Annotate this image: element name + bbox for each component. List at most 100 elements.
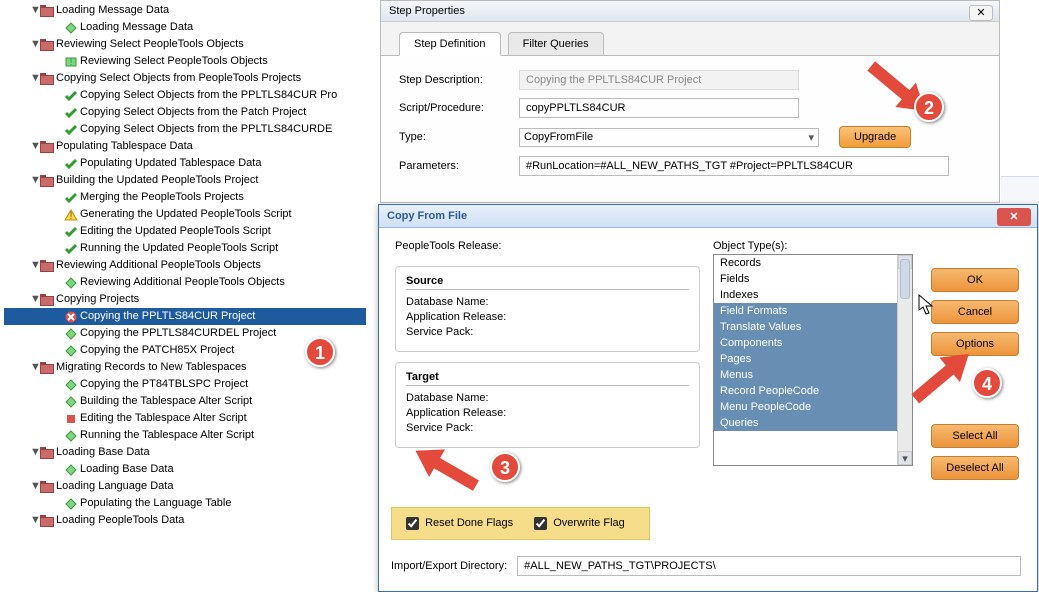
tree-item[interactable]: Copying Select Objects from the PPLTLS84…	[4, 121, 366, 138]
tree-diamond-icon	[64, 277, 78, 289]
tree-item[interactable]: Running the Updated PeopleTools Script	[4, 240, 366, 257]
tree-error-icon	[64, 311, 78, 323]
tree-item[interactable]: ▼Loading PeopleTools Data	[4, 512, 366, 529]
select-type-value: CopyFromFile	[524, 131, 593, 144]
close-icon[interactable]: ✕	[997, 208, 1031, 226]
tab-step-definition[interactable]: Step Definition	[399, 32, 501, 56]
tree-twisty-icon[interactable]: ▼	[30, 512, 40, 529]
tree-twisty-icon[interactable]: ▼	[30, 2, 40, 19]
tree-item[interactable]: ▼Populating Tablespace Data	[4, 138, 366, 155]
label-step-description: Step Description:	[399, 74, 519, 86]
tree-item-label: Editing the Tablespace Alter Script	[80, 412, 247, 424]
object-type-item[interactable]: Queries	[714, 415, 912, 431]
scroll-thumb[interactable]	[900, 259, 910, 299]
field-parameters[interactable]: #RunLocation=#ALL_NEW_PATHS_TGT #Project…	[519, 156, 949, 176]
tree-item[interactable]: Copying Select Objects from the PPLTLS84…	[4, 87, 366, 104]
label-db-name-src: Database Name:	[406, 296, 689, 308]
checkbox-overwrite[interactable]: Overwrite Flag	[530, 517, 625, 529]
tree-item[interactable]: ▼Loading Message Data	[4, 2, 366, 19]
close-icon[interactable]: ✕	[969, 5, 993, 21]
upgrade-button[interactable]: Upgrade	[839, 126, 911, 148]
tree-twisty-icon[interactable]: ▼	[30, 138, 40, 155]
tree-twisty-icon[interactable]: ▼	[30, 36, 40, 53]
tree-diamond-icon	[64, 328, 78, 340]
tree-item[interactable]: ▼Loading Base Data	[4, 444, 366, 461]
navigation-tree[interactable]: ▼Loading Message Data Loading Message Dat…	[0, 0, 370, 531]
tree-folder-icon	[40, 260, 54, 272]
tree-check-icon	[64, 158, 78, 170]
object-type-item[interactable]: Translate Values	[714, 319, 912, 335]
tree-item[interactable]: Building the Tablespace Alter Script	[4, 393, 366, 410]
tree-item[interactable]: Copying the PPLTLS84CUR Project	[4, 308, 366, 325]
copy-window-title-bar: Copy From File ✕	[379, 205, 1037, 228]
tree-twisty-icon[interactable]: ▼	[30, 172, 40, 189]
tree-item-label: Copying Projects	[56, 293, 139, 305]
tree-folder-icon	[40, 447, 54, 459]
tree-item-label: Loading Message Data	[80, 21, 193, 33]
svg-text:!: !	[69, 210, 72, 221]
tree-twisty-icon[interactable]: ▼	[30, 444, 40, 461]
tree-check-icon	[64, 107, 78, 119]
tree-warn-y-icon: !	[64, 209, 78, 221]
tree-twisty-icon[interactable]: ▼	[30, 359, 40, 376]
tree-item[interactable]: ▼Building the Updated PeopleTools Projec…	[4, 172, 366, 189]
tree-item[interactable]: Running the Tablespace Alter Script	[4, 427, 366, 444]
copy-window-title: Copy From File	[387, 210, 467, 222]
tree-item[interactable]: Reviewing Additional PeopleTools Objects	[4, 274, 366, 291]
tree-item[interactable]: Editing the Updated PeopleTools Script	[4, 223, 366, 240]
object-type-item[interactable]: Menus	[714, 367, 912, 383]
tree-item[interactable]: !Generating the Updated PeopleTools Scri…	[4, 206, 366, 223]
label-service-pack-tgt: Service Pack:	[406, 422, 689, 434]
object-type-item[interactable]: Record PeopleCode	[714, 383, 912, 399]
tree-twisty-icon[interactable]: ▼	[30, 70, 40, 87]
tree-item[interactable]: Loading Message Data	[4, 19, 366, 36]
ok-button[interactable]: OK	[931, 268, 1019, 292]
tree-item[interactable]: Populating Updated Tablespace Data	[4, 155, 366, 172]
field-import-export[interactable]: #ALL_NEW_PATHS_TGT\PROJECTS\	[517, 556, 1021, 576]
tree-item-label: Loading Base Data	[80, 463, 174, 475]
tree-item[interactable]: Populating the Language Table	[4, 495, 366, 512]
tree-item[interactable]: Editing the Tablespace Alter Script	[4, 410, 366, 427]
cancel-button[interactable]: Cancel	[931, 300, 1019, 324]
tree-item[interactable]: ▼Reviewing Additional PeopleTools Object…	[4, 257, 366, 274]
tree-item[interactable]: Loading Base Data	[4, 461, 366, 478]
object-type-item[interactable]: Components	[714, 335, 912, 351]
tree-item[interactable]: Copying the PT84TBLSPC Project	[4, 376, 366, 393]
tree-item-label: Copying Select Objects from the Patch Pr…	[80, 106, 306, 118]
object-type-item[interactable]: Records	[714, 255, 912, 271]
select-type[interactable]: CopyFromFile ▾	[519, 128, 819, 147]
select-all-button[interactable]: Select All	[931, 424, 1019, 448]
tree-diamond-icon	[64, 345, 78, 357]
tree-folder-icon	[40, 175, 54, 187]
target-group: Target Database Name: Application Releas…	[395, 362, 700, 448]
tree-twisty-icon[interactable]: ▼	[30, 257, 40, 274]
cursor-icon	[918, 294, 936, 319]
tree-item[interactable]: Merging the PeopleTools Projects	[4, 189, 366, 206]
source-group: Source Database Name: Application Releas…	[395, 266, 700, 352]
tree-item[interactable]: Copying Select Objects from the Patch Pr…	[4, 104, 366, 121]
deselect-all-button[interactable]: Deselect All	[931, 456, 1019, 480]
tree-item[interactable]: !Reviewing Select PeopleTools Objects	[4, 53, 366, 70]
tree-item[interactable]: ▼Reviewing Select PeopleTools Objects	[4, 36, 366, 53]
field-script-procedure[interactable]: copyPPLTLS84CUR	[519, 98, 799, 118]
tree-twisty-icon[interactable]: ▼	[30, 291, 40, 308]
object-type-item[interactable]: Indexes	[714, 287, 912, 303]
tab-filter-queries[interactable]: Filter Queries	[508, 32, 604, 55]
object-type-item[interactable]: Pages	[714, 351, 912, 367]
tree-item[interactable]: ▼Loading Language Data	[4, 478, 366, 495]
object-type-item[interactable]: Field Formats	[714, 303, 912, 319]
source-label: Source	[406, 273, 689, 290]
object-type-item[interactable]: Fields	[714, 271, 912, 287]
tree-item[interactable]: ▼ Copying Projects	[4, 291, 366, 308]
tree-twisty-icon[interactable]: ▼	[30, 478, 40, 495]
tree-check-icon	[64, 192, 78, 204]
object-types-list[interactable]: RecordsFieldsIndexesField FormatsTransla…	[713, 254, 913, 466]
scroll-down-icon[interactable]: ▾	[898, 451, 912, 465]
callout-3: 3	[490, 452, 520, 482]
object-type-item[interactable]: Menu PeopleCode	[714, 399, 912, 415]
tree-item-label: Copying Select Objects from the PPLTLS84…	[80, 123, 332, 135]
tree-item-label: Merging the PeopleTools Projects	[80, 191, 244, 203]
tree-item[interactable]: ▼Copying Select Objects from PeopleTools…	[4, 70, 366, 87]
scrollbar[interactable]: ▴ ▾	[897, 255, 912, 465]
checkbox-reset-done[interactable]: Reset Done Flags	[402, 517, 513, 529]
